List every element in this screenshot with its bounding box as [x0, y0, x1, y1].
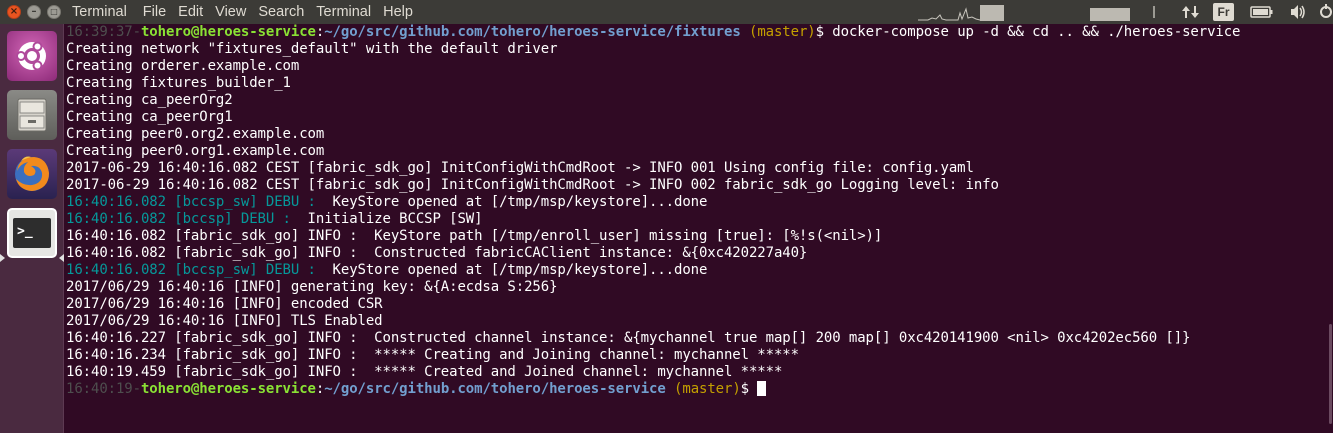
ubuntu-logo-icon: [16, 41, 46, 71]
terminal-line: 16:40:16.082 [fabric_sdk_go] INFO : Cons…: [65, 245, 1333, 262]
terminal-line: 16:40:16.082 [fabric_sdk_go] INFO : KeyS…: [65, 228, 1333, 245]
terminal-line: Creating peer0.org1.example.com: [65, 143, 1333, 160]
terminal-text-segment: 16:40:19.459 [fabric_sdk_go] INFO : ****…: [66, 364, 783, 380]
terminal-line: Creating fixtures_builder_1: [65, 75, 1333, 92]
launcher-running-indicator: [0, 254, 5, 262]
volume-icon[interactable]: [1289, 3, 1307, 21]
terminal-line: 16:40:16.082 [bccsp] DEBU : Initialize B…: [65, 211, 1333, 228]
terminal-text-segment: Creating ca_peerOrg1: [66, 109, 233, 125]
terminal-text-segment: Creating orderer.example.com: [66, 58, 300, 74]
launcher-firefox[interactable]: [7, 149, 57, 199]
terminal-line: Creating ca_peerOrg1: [65, 109, 1333, 126]
terminal-line: 16:40:19-tohero@heroes-service:~/go/src/…: [65, 381, 1333, 398]
terminal-text-segment: 16:40:16.082 [fabric_sdk_go] INFO : KeyS…: [66, 228, 883, 244]
top-panel: × – □ Terminal File Edit View Search Ter…: [0, 0, 1333, 24]
maximize-icon: □: [50, 7, 58, 16]
terminal-line: 2017/06/29 16:40:16 [INFO] TLS Enabled: [65, 313, 1333, 330]
keyboard-layout-indicator[interactable]: Fr: [1213, 3, 1234, 21]
terminal-text-segment: tohero@heroes-service: [140, 381, 316, 397]
menu-terminal[interactable]: Terminal: [316, 4, 378, 20]
tray-handle-icon: [1153, 6, 1155, 18]
terminal-line: Creating orderer.example.com: [65, 58, 1333, 75]
terminal-text-segment: 16:40:16.082 [bccsp_sw] DEBU :: [66, 194, 316, 210]
menu-help[interactable]: Help: [383, 4, 420, 20]
terminal-text-segment: 2017/06/29 16:40:16 [INFO] encoded CSR: [66, 296, 383, 312]
menu-file[interactable]: File: [143, 4, 173, 20]
terminal-text-segment: KeyStore opened at [/tmp/msp/keystore]..…: [315, 194, 708, 210]
system-monitor-graph[interactable]: [918, 3, 1004, 21]
terminal-lines: 16:39:37-tohero@heroes-service:~/go/src/…: [65, 24, 1333, 398]
terminal-text-segment: ~/go/src/github.com/tohero/heroes-servic…: [324, 24, 741, 40]
terminal-scrollbar[interactable]: [1327, 24, 1333, 433]
terminal-text-segment: (master): [740, 24, 816, 40]
terminal-text-segment: $: [740, 381, 758, 397]
terminal-icon: >_: [13, 218, 51, 248]
menu-view[interactable]: View: [215, 4, 253, 20]
menu-bar: Terminal File Edit View Search Terminal …: [72, 0, 425, 24]
terminal-text-segment: Creating peer0.org2.example.com: [66, 126, 325, 142]
close-icon: ×: [9, 6, 19, 17]
terminal-icon-glyph: >_: [17, 224, 33, 239]
battery-icon[interactable]: [1250, 6, 1274, 18]
firefox-icon: [15, 156, 49, 191]
terminal-output[interactable]: 16:39:37-tohero@heroes-service:~/go/src/…: [65, 24, 1333, 433]
tray-separator: [1150, 0, 1158, 24]
terminal-line: 2017/06/29 16:40:16 [INFO] encoded CSR: [65, 296, 1333, 313]
terminal-line: 2017-06-29 16:40:16.082 CEST [fabric_sdk…: [65, 160, 1333, 177]
terminal-text-segment: 16:40:16.082 [bccsp_sw] DEBU :: [66, 262, 316, 278]
terminal-line: 16:40:16.234 [fabric_sdk_go] INFO : ****…: [65, 347, 1333, 364]
window-maximize-button[interactable]: □: [47, 5, 61, 19]
terminal-text-segment: tohero@heroes-service: [140, 24, 316, 40]
launcher: >_: [0, 24, 64, 433]
terminal-text-segment: $ docker-compose up -d && cd .. && ./her…: [815, 24, 1241, 40]
terminal-line: 16:40:19.459 [fabric_sdk_go] INFO : ****…: [65, 364, 1333, 381]
terminal-text-segment: 2017/06/29 16:40:16 [INFO] TLS Enabled: [66, 313, 383, 329]
network-transfer-icon[interactable]: [1181, 4, 1201, 20]
terminal-text-segment: Creating peer0.org1.example.com: [66, 143, 325, 159]
menu-search[interactable]: Search: [258, 4, 311, 20]
menu-edit[interactable]: Edit: [178, 4, 210, 20]
terminal-line: 16:40:16.082 [bccsp_sw] DEBU : KeyStore …: [65, 262, 1333, 279]
window-close-button[interactable]: ×: [7, 5, 21, 19]
terminal-text-segment: Creating network "fixtures_default" with…: [66, 41, 558, 57]
terminal-text-segment: Initialize BCCSP [SW]: [290, 211, 483, 227]
terminal-text-segment: 2017/06/29 16:40:16 [INFO] generating ke…: [66, 279, 558, 295]
launcher-ubuntu-dash[interactable]: [7, 31, 57, 81]
terminal-text-segment: 2017-06-29 16:40:16.082 CEST [fabric_sdk…: [66, 177, 999, 193]
terminal-text-segment: :: [315, 381, 325, 397]
terminal-text-segment: 16:40:16.082 [fabric_sdk_go] INFO : Cons…: [66, 245, 808, 261]
terminal-text-segment: 2017-06-29 16:40:16.082 CEST [fabric_sdk…: [66, 160, 974, 176]
text-cursor: [757, 381, 767, 396]
menu-app-title[interactable]: Terminal: [72, 4, 134, 20]
scrollbar-thumb[interactable]: [1329, 324, 1332, 424]
terminal-line: 16:39:37-tohero@heroes-service:~/go/src/…: [65, 24, 1333, 41]
terminal-line: 2017/06/29 16:40:16 [INFO] generating ke…: [65, 279, 1333, 296]
window-minimize-button[interactable]: –: [27, 5, 41, 19]
terminal-text-segment: 16:39:37-: [66, 24, 141, 40]
terminal-text-segment: 16:40:16.082 [bccsp] DEBU :: [66, 211, 291, 227]
terminal-line: Creating peer0.org2.example.com: [65, 126, 1333, 143]
network-monitor-graph[interactable]: [1090, 3, 1130, 21]
terminal-text-segment: Creating fixtures_builder_1: [66, 75, 291, 91]
terminal-text-segment: (master): [665, 381, 741, 397]
terminal-line: 16:40:16.227 [fabric_sdk_go] INFO : Cons…: [65, 330, 1333, 347]
power-gear-icon[interactable]: [1318, 4, 1333, 20]
terminal-text-segment: :: [315, 24, 325, 40]
terminal-text-segment: 16:40:19-: [66, 381, 141, 397]
terminal-text-segment: ~/go/src/github.com/tohero/heroes-servic…: [324, 381, 666, 397]
terminal-text-segment: KeyStore opened at [/tmp/msp/keystore]..…: [315, 262, 708, 278]
terminal-line: Creating ca_peerOrg2: [65, 92, 1333, 109]
terminal-text-segment: Creating ca_peerOrg2: [66, 92, 233, 108]
terminal-line: 16:40:16.082 [bccsp_sw] DEBU : KeyStore …: [65, 194, 1333, 211]
launcher-focus-indicator: [59, 254, 64, 262]
minimize-icon: –: [31, 6, 37, 17]
terminal-text-segment: 16:40:16.227 [fabric_sdk_go] INFO : Cons…: [66, 330, 1191, 346]
launcher-files[interactable]: [7, 90, 57, 140]
terminal-line: 2017-06-29 16:40:16.082 CEST [fabric_sdk…: [65, 177, 1333, 194]
launcher-terminal[interactable]: >_: [7, 208, 57, 258]
file-cabinet-icon: [17, 98, 47, 132]
terminal-line: Creating network "fixtures_default" with…: [65, 41, 1333, 58]
terminal-text-segment: 16:40:16.234 [fabric_sdk_go] INFO : ****…: [66, 347, 799, 363]
